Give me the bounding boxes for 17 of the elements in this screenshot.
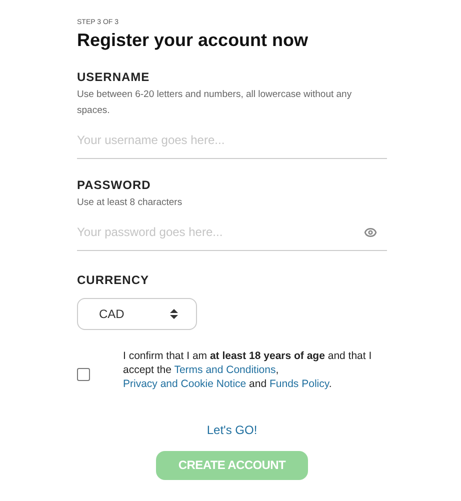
policy-link[interactable]: Terms and Conditions	[174, 364, 276, 376]
field-label: USERNAME	[77, 68, 151, 86]
show-password-icon[interactable]	[364, 226, 377, 238]
field-hint: Use at least 8 characters	[77, 196, 184, 210]
policy-link[interactable]: Privacy and Cookie Notice	[123, 378, 246, 390]
consent-checkbox[interactable]	[77, 368, 90, 380]
field-label: PASSWORD	[77, 176, 152, 194]
consent-text: I confirm that I am at least 18 years of age and that I accept the Terms and Conditions, Privacy and Cookie Notice and Funds Policy.	[123, 348, 373, 390]
currency-select[interactable]: CAD	[77, 298, 197, 330]
username-field[interactable]: Your username goes here...	[77, 131, 387, 149]
policy-link[interactable]: Funds Policy	[270, 378, 329, 390]
field-label: CURRENCY	[77, 272, 150, 288]
lets-go-link[interactable]: Let's GO!	[206, 420, 258, 438]
field-hint: Use between 6-20 letters and numbers, all lowercase without any spaces.	[77, 88, 353, 118]
sort-arrows-icon	[170, 308, 178, 318]
password-field[interactable]: Your password goes here...	[77, 223, 364, 241]
page-title: Register your account now	[77, 28, 310, 50]
